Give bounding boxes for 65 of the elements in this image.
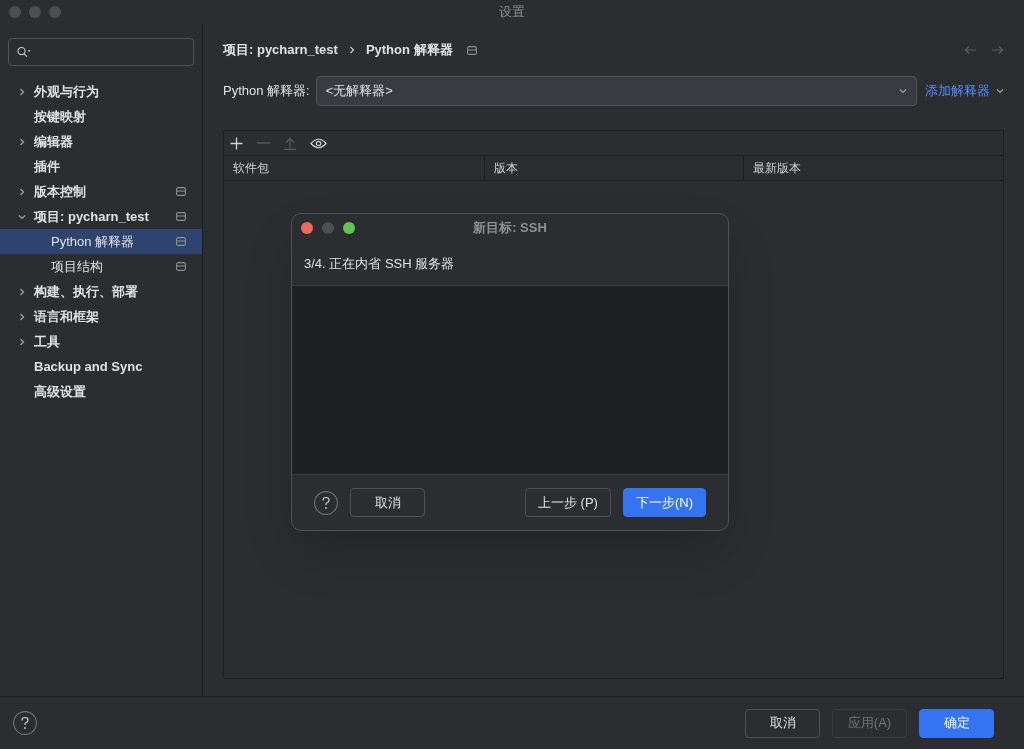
column-header[interactable]: 版本 [483,156,744,180]
project-scope-icon [466,45,477,55]
sidebar-item[interactable]: 项目: pycharn_test [0,204,202,229]
project-scope-icon [176,187,186,196]
sidebar-item[interactable]: 版本控制 [0,179,202,204]
chevron-icon[interactable] [18,87,26,96]
sidebar-item[interactable]: 工具 [0,329,202,354]
help-icon[interactable] [314,490,338,515]
dialog-title: 新目标: SSH [473,219,547,238]
eye-icon[interactable] [310,137,327,149]
sidebar-item-label: 项目: pycharn_test [34,207,149,226]
search-field[interactable] [8,38,194,66]
sidebar-item[interactable]: 外观与行为 [0,79,202,104]
field-label: Python 解释器: [223,82,310,101]
project-scope-icon [176,237,186,246]
column-header[interactable]: 最新版本 [743,156,1003,180]
breadcrumb-item[interactable]: 项目: pycharn_test [223,40,338,60]
sidebar-item-label: Backup and Sync [34,357,143,376]
sidebar-item[interactable]: 高级设置 [0,379,202,404]
sidebar-item-label: 项目结构 [51,257,103,276]
sidebar-item-label: 版本控制 [34,182,86,201]
dialog-button[interactable]: 确定 [919,708,994,738]
add-interpreter-link[interactable]: 添加解释器 [925,81,990,101]
search-icon [17,46,32,58]
sidebar-item-label: 按键映射 [34,107,86,126]
dialog-button[interactable]: 上一步 (P) [525,488,611,517]
sidebar-item-label: 高级设置 [34,382,86,401]
chevron-icon[interactable] [996,87,1004,95]
sidebar-item-label: 语言和框架 [34,307,99,326]
chevron-icon [347,46,356,54]
breadcrumb-item[interactable]: Python 解释器 [365,40,453,60]
sidebar-item[interactable]: 语言和框架 [0,304,202,329]
step-text: 3/4. 正在内省 SSH 服务器 [304,254,455,273]
sidebar-item-label: 工具 [34,332,60,351]
dialog-button[interactable]: 取消 [745,708,820,738]
sidebar-item[interactable]: 编辑器 [0,129,202,154]
zoom-icon[interactable] [343,222,355,234]
sidebar-item[interactable]: 按键映射 [0,104,202,129]
chevron-icon[interactable] [18,187,26,196]
close-icon[interactable] [301,222,313,234]
project-scope-icon [176,262,186,271]
add-icon[interactable] [230,136,243,150]
sidebar-item[interactable]: Python 解释器 [0,229,202,254]
chevron-icon[interactable] [18,137,26,146]
chevron-icon[interactable] [899,87,907,95]
column-header[interactable]: 软件包 [224,156,484,180]
chevron-icon[interactable] [18,312,26,321]
sidebar-item-label: 外观与行为 [34,82,99,101]
sidebar-item-label: 编辑器 [34,132,73,151]
sidebar-item[interactable]: 项目结构 [0,254,202,279]
sidebar-item[interactable]: Backup and Sync [0,354,202,379]
dialog-button[interactable]: 下一步(N) [622,488,706,517]
sidebar-item[interactable]: 插件 [0,154,202,179]
sidebar-item-label: Python 解释器 [51,232,135,251]
sidebar-item-label: 构建、执行、部署 [34,282,138,301]
project-scope-icon [176,212,186,221]
sidebar-item-label: 插件 [34,157,60,176]
dialog-button[interactable]: 取消 [350,488,425,517]
window-title: 设置 [499,3,525,22]
interpreter-dropdown[interactable]: <无解释器> [315,76,917,106]
chevron-icon[interactable] [18,287,26,296]
sidebar-item[interactable]: 构建、执行、部署 [0,279,202,304]
chevron-icon[interactable] [18,337,26,346]
help-icon[interactable] [13,711,37,735]
chevron-icon[interactable] [18,212,26,221]
